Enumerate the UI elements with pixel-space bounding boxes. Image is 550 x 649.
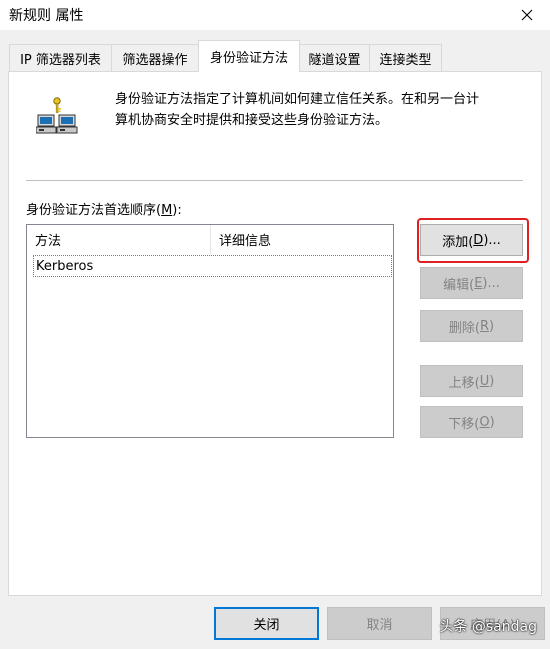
authentication-computers-icon: [36, 97, 78, 134]
description-text: 身份验证方法指定了计算机间如何建立信任关系。在和另一台计 算机协商安全时提供和接…: [115, 92, 480, 128]
tab-label: IP 筛选器列表: [20, 52, 101, 68]
list-item[interactable]: Kerberos: [33, 255, 392, 277]
properties-dialog: 新规则 属性 IP 筛选器列表 筛选器操作 身份验证方法 隧道设置 连接类型 身…: [0, 0, 550, 649]
close-window-button[interactable]: [504, 0, 550, 30]
tab-label: 隧道设置: [308, 52, 361, 68]
authentication-methods-list[interactable]: 方法 详细信息 Kerberos: [26, 224, 394, 438]
close-button[interactable]: 关闭: [214, 607, 319, 640]
list-label: 身份验证方法首选顺序(M):: [26, 203, 182, 218]
watermark-text: 头条 @sandag: [439, 619, 537, 635]
edit-button[interactable]: 编辑(E)...: [420, 267, 523, 299]
tab-filter-action[interactable]: 筛选器操作: [111, 44, 199, 71]
move-up-button[interactable]: 上移(U): [420, 365, 523, 397]
list-item-method: Kerberos: [36, 258, 94, 274]
tab-tunnel-settings[interactable]: 隧道设置: [299, 44, 370, 71]
title-bar: 新规则 属性: [0, 0, 550, 30]
list-header: 方法 详细信息: [27, 225, 393, 254]
column-header-method[interactable]: 方法: [27, 225, 210, 254]
column-header-details[interactable]: 详细信息: [211, 225, 391, 254]
tab-label: 身份验证方法: [209, 51, 288, 66]
tab-label: 筛选器操作: [122, 52, 188, 68]
move-down-button[interactable]: 下移(O): [420, 406, 523, 438]
separator: [26, 180, 523, 181]
cancel-button[interactable]: 取消: [327, 607, 432, 640]
list-item-details: [212, 256, 214, 276]
tab-connection-type[interactable]: 连接类型: [369, 44, 442, 71]
remove-button[interactable]: 删除(R): [420, 310, 523, 342]
tab-authentication-methods[interactable]: 身份验证方法: [198, 40, 300, 72]
tab-ip-filter-list[interactable]: IP 筛选器列表: [9, 44, 112, 71]
add-button[interactable]: 添加(D)...: [420, 224, 523, 256]
tab-label: 连接类型: [379, 52, 432, 68]
window-title: 新规则 属性: [9, 8, 84, 24]
close-icon: [521, 9, 533, 21]
